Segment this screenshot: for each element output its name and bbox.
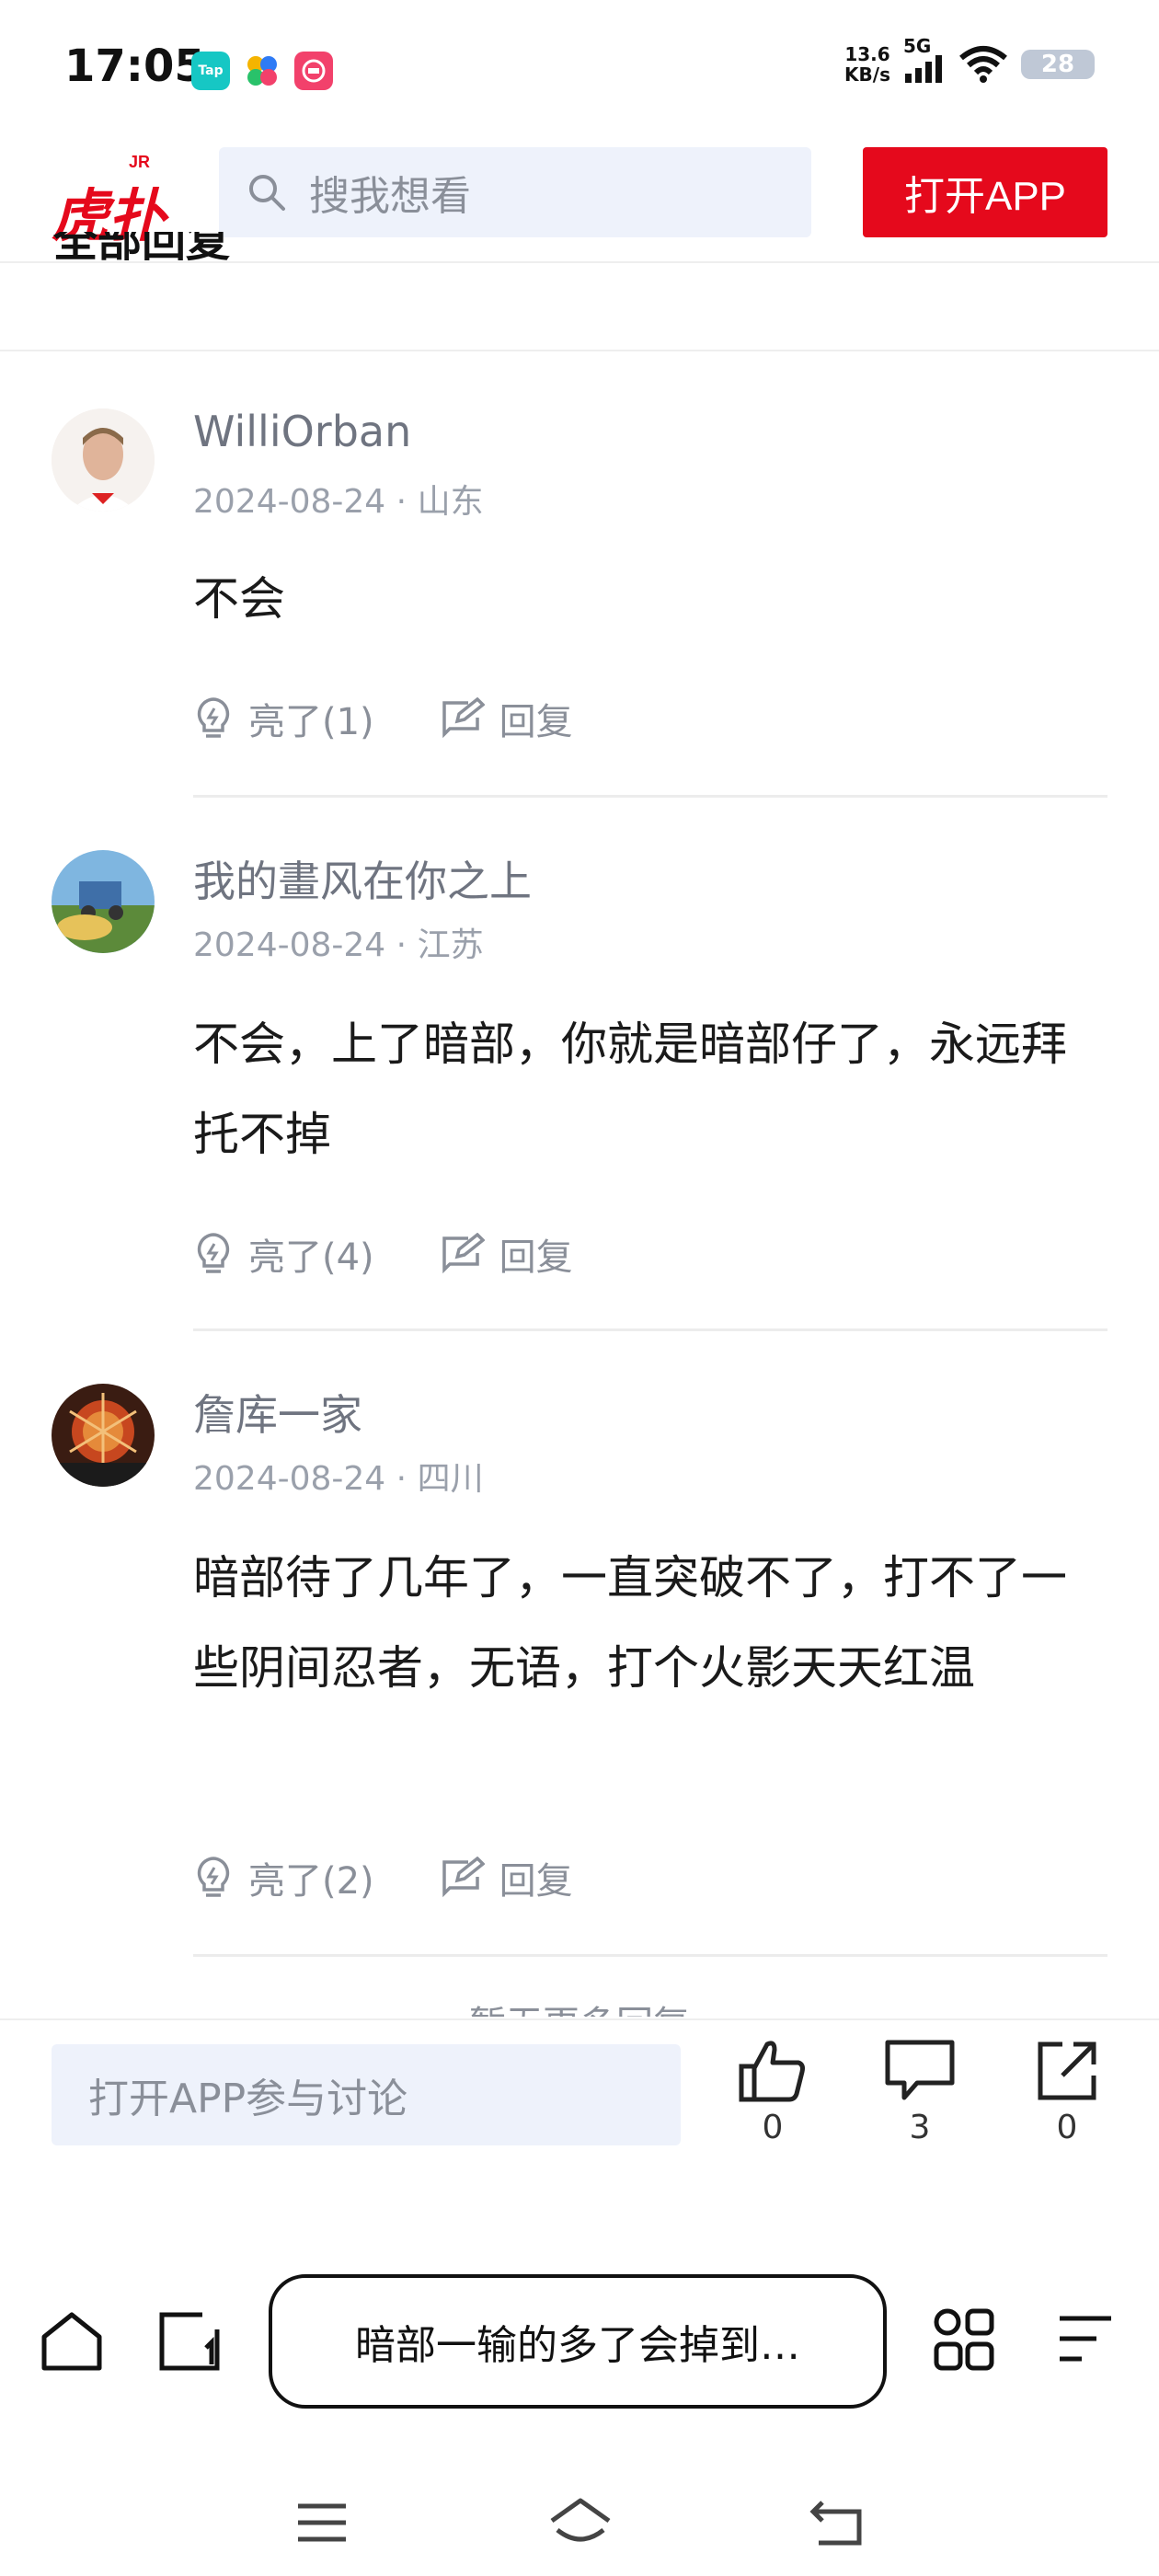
reply-button[interactable]: 回复 xyxy=(437,1227,573,1281)
comment-button[interactable]: 3 xyxy=(874,2039,966,2146)
thumbs-up-icon xyxy=(739,2041,805,2102)
taptap-icon: Tap xyxy=(191,52,230,90)
recent-apps-icon[interactable] xyxy=(296,2502,348,2543)
url-bar[interactable]: 暗部一输的多了会掉到… xyxy=(269,2274,887,2409)
divider xyxy=(193,1954,1107,1957)
wifi-icon xyxy=(959,46,1007,83)
comment-actions: 亮了(2) 回复 xyxy=(193,1851,573,1904)
comment-meta: 2024-08-24 · 江苏 xyxy=(193,926,484,964)
divider xyxy=(193,795,1107,798)
comment-bubble-icon xyxy=(885,2040,955,2100)
pink-app-icon xyxy=(294,52,333,90)
like-button[interactable]: 亮了(2) xyxy=(193,1851,374,1904)
colorful-app-icon xyxy=(243,52,281,90)
avatar[interactable] xyxy=(52,850,155,953)
search-input[interactable]: 搜我想看 xyxy=(219,147,811,237)
battery-indicator: 28 xyxy=(1021,50,1095,79)
share-icon xyxy=(1038,2041,1096,2100)
tabs-icon[interactable] xyxy=(156,2309,223,2374)
lightbulb-icon xyxy=(197,697,230,738)
status-indicators: 13.6 KB/s 5G 28 xyxy=(844,35,1095,86)
divider xyxy=(0,350,1159,351)
lightbulb-icon xyxy=(197,1857,230,1897)
svg-text:JR: JR xyxy=(129,153,150,171)
edit-reply-icon xyxy=(442,1233,485,1274)
divider xyxy=(193,1328,1107,1331)
open-app-button[interactable]: 打开APP xyxy=(863,147,1107,237)
menu-icon[interactable] xyxy=(1054,2311,1115,2368)
reply-button[interactable]: 回复 xyxy=(437,692,573,745)
comment-text: 不会，上了暗部，你就是暗部仔了，永远拜托不掉 xyxy=(193,1018,1067,1161)
apps-grid-icon[interactable] xyxy=(933,2307,997,2372)
home-icon[interactable] xyxy=(39,2309,105,2374)
net-speed: 13.6 KB/s xyxy=(844,43,890,86)
system-home-icon[interactable] xyxy=(548,2497,613,2548)
lightbulb-icon xyxy=(197,1233,230,1273)
comment-text: 暗部待了几年了，一直突破不了，打不了一些阴间忍者，无语，打个火影天天红温 xyxy=(193,1551,1067,1695)
edit-reply-icon xyxy=(442,697,485,739)
edit-reply-icon xyxy=(442,1857,485,1898)
bottom-action-bar: 打开APP参与讨论 0 3 0 xyxy=(0,2018,1159,2156)
status-time: 17:05 xyxy=(64,40,205,92)
comment-username[interactable]: WilliOrban xyxy=(193,407,411,456)
status-bar: 17:05 Tap 13.6 KB/s 5G 28 xyxy=(0,0,1159,138)
system-navigation-bar xyxy=(0,2466,1159,2576)
comment-actions: 亮了(4) 回复 xyxy=(193,1227,573,1281)
comment-actions: 亮了(1) 回复 xyxy=(193,692,573,745)
comment-text: 不会 xyxy=(193,572,285,626)
signal-icon: 5G xyxy=(903,35,946,85)
back-icon[interactable] xyxy=(809,2499,863,2547)
discuss-input[interactable]: 打开APP参与讨论 xyxy=(52,2044,681,2145)
reply-button[interactable]: 回复 xyxy=(437,1851,573,1904)
comment-username[interactable]: 詹库一家 xyxy=(193,1382,362,1443)
comment-meta: 2024-08-24 · 山东 xyxy=(193,483,484,521)
section-heading: 全部回复 xyxy=(53,232,231,263)
search-icon xyxy=(249,175,285,211)
like-post-button[interactable]: 0 xyxy=(727,2039,819,2146)
notification-icons: Tap xyxy=(191,52,333,90)
avatar[interactable] xyxy=(52,1384,155,1487)
browser-toolbar: 暗部一输的多了会掉到… xyxy=(0,2245,1159,2438)
hupu-logo[interactable]: JR 虎扑 xyxy=(50,144,169,249)
share-button[interactable]: 0 xyxy=(1021,2039,1113,2146)
like-button[interactable]: 亮了(4) xyxy=(193,1227,374,1281)
comment-username[interactable]: 我的畫风在你之上 xyxy=(193,848,532,909)
comment-meta: 2024-08-24 · 四川 xyxy=(193,1460,484,1498)
like-button[interactable]: 亮了(1) xyxy=(193,692,374,745)
avatar[interactable] xyxy=(52,408,155,512)
no-more-replies-text: 暂无更多回复 xyxy=(0,1993,1159,2017)
search-placeholder: 搜我想看 xyxy=(309,173,471,220)
